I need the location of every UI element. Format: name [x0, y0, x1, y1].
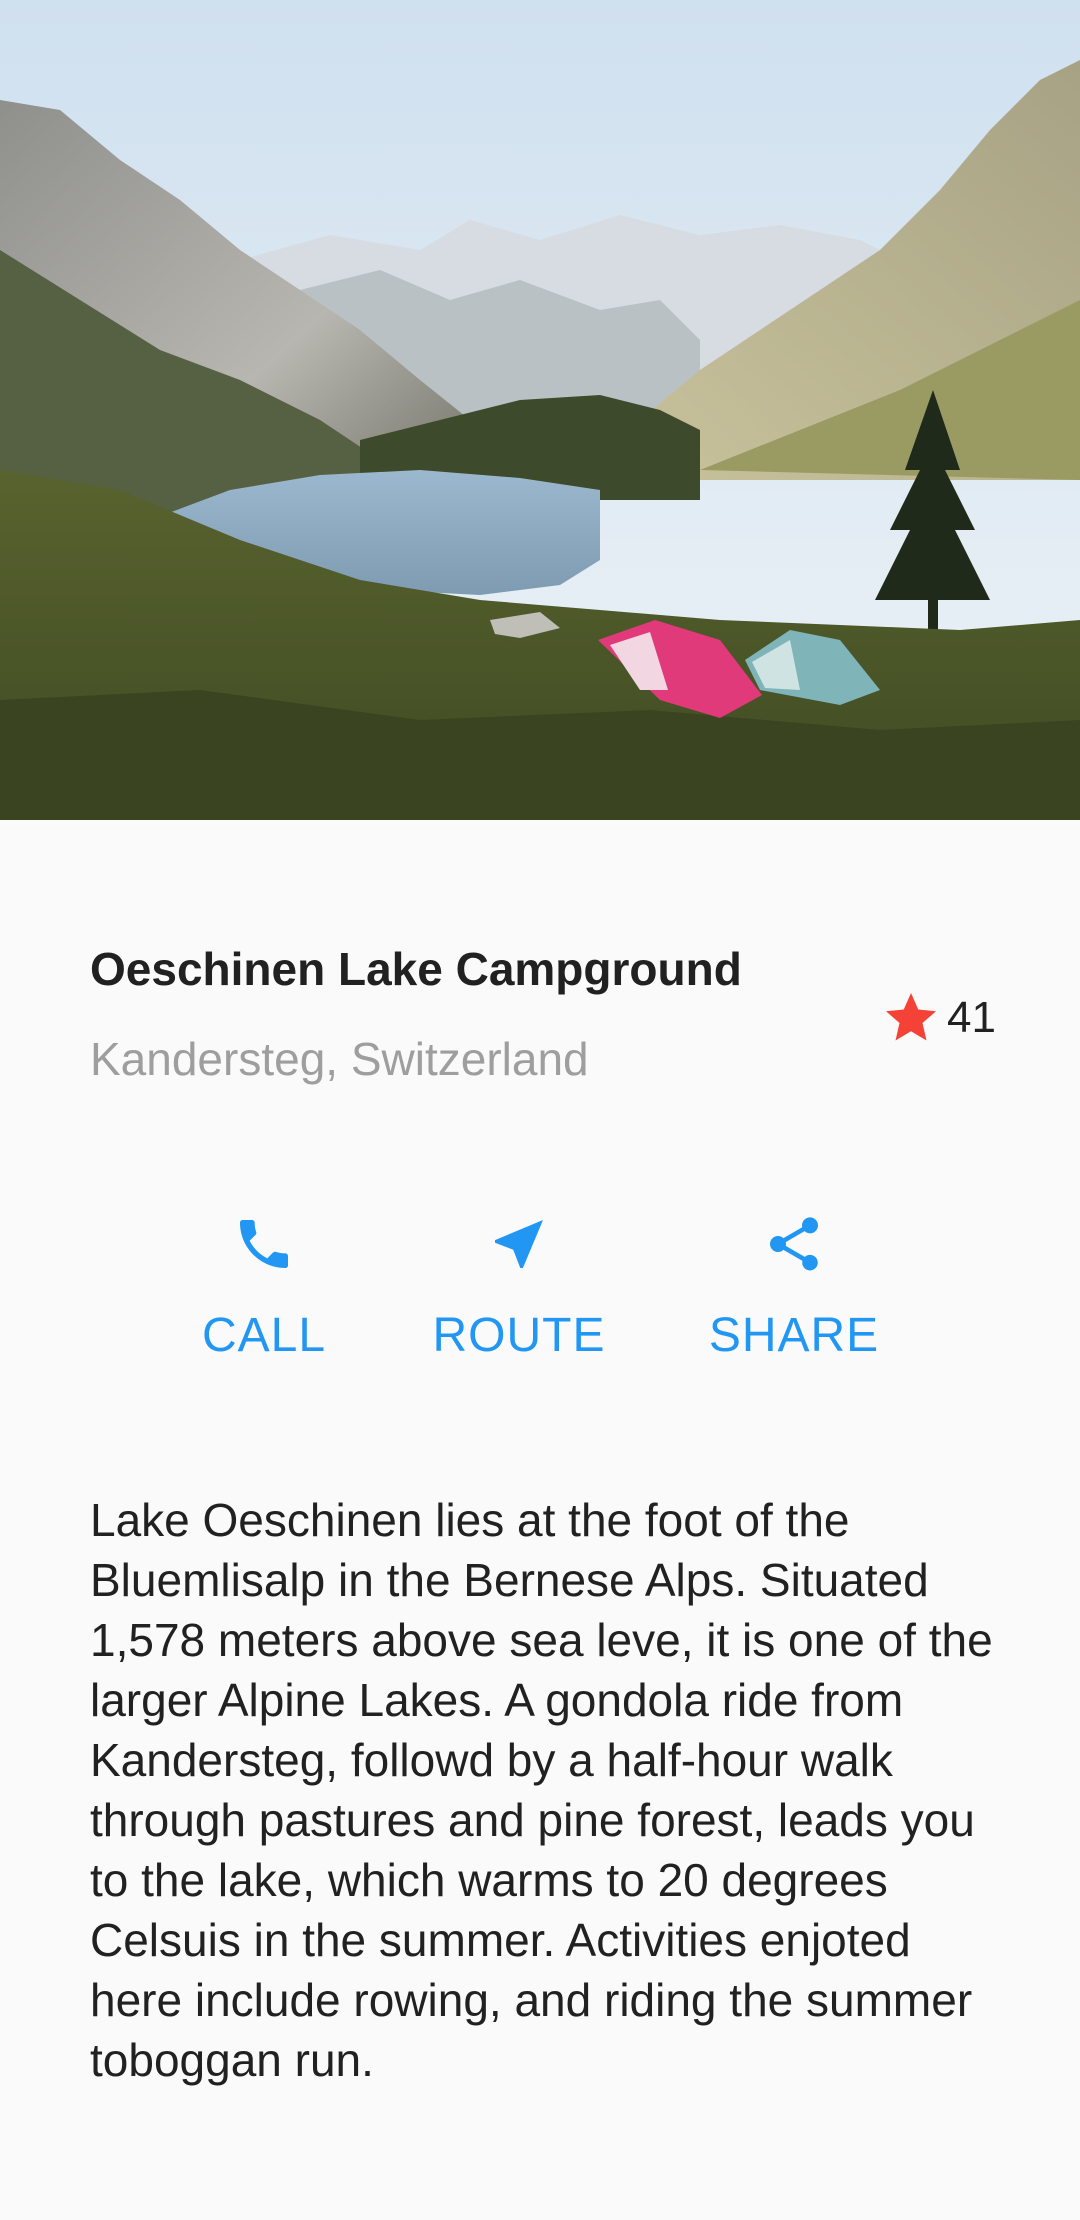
rating-count: 41	[947, 993, 996, 1042]
place-detail-screen: Oeschinen Lake Campground Kandersteg, Sw…	[0, 0, 1080, 2220]
place-location: Kandersteg, Switzerland	[90, 1033, 589, 1085]
share-label: SHARE	[708, 1309, 880, 1362]
title-section: Oeschinen Lake Campground Kandersteg, Sw…	[90, 938, 1000, 1098]
share-button[interactable]: SHARE	[684, 1200, 904, 1380]
hero-image	[0, 0, 1080, 820]
route-button[interactable]: ROUTE	[409, 1200, 629, 1380]
navigation-arrow-icon	[495, 1220, 543, 1268]
share-icon	[770, 1217, 818, 1271]
star-icon	[886, 993, 937, 1041]
place-title: Oeschinen Lake Campground	[90, 943, 742, 995]
phone-icon	[240, 1220, 288, 1268]
description-text: Lake Oeschinen lies at the foot of the B…	[90, 1494, 993, 2086]
route-label: ROUTE	[432, 1309, 606, 1362]
rating[interactable]: 41	[881, 986, 996, 1050]
call-label: CALL	[201, 1309, 327, 1362]
action-row: CALL ROUTE SHARE	[0, 1200, 1080, 1380]
call-button[interactable]: CALL	[154, 1200, 374, 1380]
